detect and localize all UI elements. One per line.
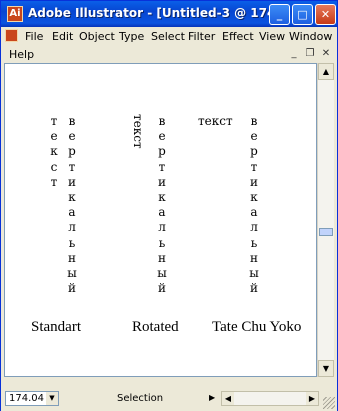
help-bar: Help _ ❐ ✕ xyxy=(1,45,337,63)
tate-horizontal-text[interactable]: текст xyxy=(198,114,233,128)
status-tool: Selection xyxy=(117,393,164,404)
vertical-text-short-content: текст xyxy=(50,114,58,189)
horizontal-scrollbar[interactable]: ◀ ▶ xyxy=(221,391,319,406)
menu-select[interactable]: Select xyxy=(151,30,185,43)
doc-close-icon[interactable]: ✕ xyxy=(319,48,333,60)
zoom-dropdown-icon[interactable]: ▼ xyxy=(46,392,58,405)
menu-view[interactable]: View xyxy=(259,30,285,43)
artboard[interactable]: текст вертикальный текст вертикальный те… xyxy=(4,63,317,377)
scroll-down-arrow-icon[interactable]: ▼ xyxy=(318,360,334,377)
vertical-text-long-3-content: вертикальный xyxy=(249,114,259,296)
title-bar[interactable]: Ai Adobe Illustrator - [Untitled-3 @ 174… xyxy=(1,1,337,27)
scroll-thumb[interactable] xyxy=(319,228,333,236)
rotated-text[interactable]: текст xyxy=(131,114,145,149)
status-menu-icon[interactable]: ▶ xyxy=(209,393,215,402)
menu-type[interactable]: Type xyxy=(119,30,144,43)
menu-file[interactable]: File xyxy=(25,30,43,43)
caption-tate[interactable]: Tate Chu Yoko xyxy=(212,319,301,336)
menu-bar: File Edit Object Type Select Filter Effe… xyxy=(1,27,337,45)
window-title: Adobe Illustrator - [Untitled-3 @ 174.04… xyxy=(28,6,274,20)
zoom-field[interactable]: 174.04 ▼ xyxy=(5,391,59,406)
vertical-text-short[interactable]: текст xyxy=(49,114,59,190)
vertical-text-long-1-content: вертикальный xyxy=(67,114,77,296)
vertical-text-long-1[interactable]: вертикальный xyxy=(66,114,78,296)
status-bar: 174.04 ▼ Selection ▶ ◀ ▶ xyxy=(1,385,337,411)
caption-rotated[interactable]: Rotated xyxy=(132,319,179,336)
vertical-text-long-2[interactable]: вертикальный xyxy=(156,114,168,296)
scroll-up-arrow-icon[interactable]: ▲ xyxy=(318,63,334,80)
document-icon[interactable] xyxy=(5,29,18,42)
menu-effect[interactable]: Effect xyxy=(222,30,254,43)
minimize-button[interactable]: _ xyxy=(269,4,290,25)
illustrator-icon[interactable]: Ai xyxy=(7,6,23,22)
close-button[interactable]: ✕ xyxy=(315,4,336,25)
maximize-button[interactable]: □ xyxy=(292,4,313,25)
scroll-left-arrow-icon[interactable]: ◀ xyxy=(222,392,234,405)
caption-standart[interactable]: Standart xyxy=(31,319,81,336)
menu-help[interactable]: Help xyxy=(9,48,34,61)
vertical-text-long-2-content: вертикальный xyxy=(157,114,167,296)
resize-grip-icon[interactable] xyxy=(323,397,335,409)
scroll-right-arrow-icon[interactable]: ▶ xyxy=(306,392,318,405)
zoom-value: 174.04 xyxy=(9,393,44,404)
menu-window[interactable]: Window xyxy=(289,30,332,43)
app-window: Ai Adobe Illustrator - [Untitled-3 @ 174… xyxy=(0,0,338,411)
menu-edit[interactable]: Edit xyxy=(52,30,73,43)
doc-minimize-icon[interactable]: _ xyxy=(287,48,301,60)
vertical-text-long-3[interactable]: вертикальный xyxy=(248,114,260,296)
doc-restore-icon[interactable]: ❐ xyxy=(303,48,317,60)
menu-object[interactable]: Object xyxy=(79,30,115,43)
vertical-scrollbar[interactable]: ▲ ▼ xyxy=(317,63,334,377)
menu-filter[interactable]: Filter xyxy=(188,30,215,43)
